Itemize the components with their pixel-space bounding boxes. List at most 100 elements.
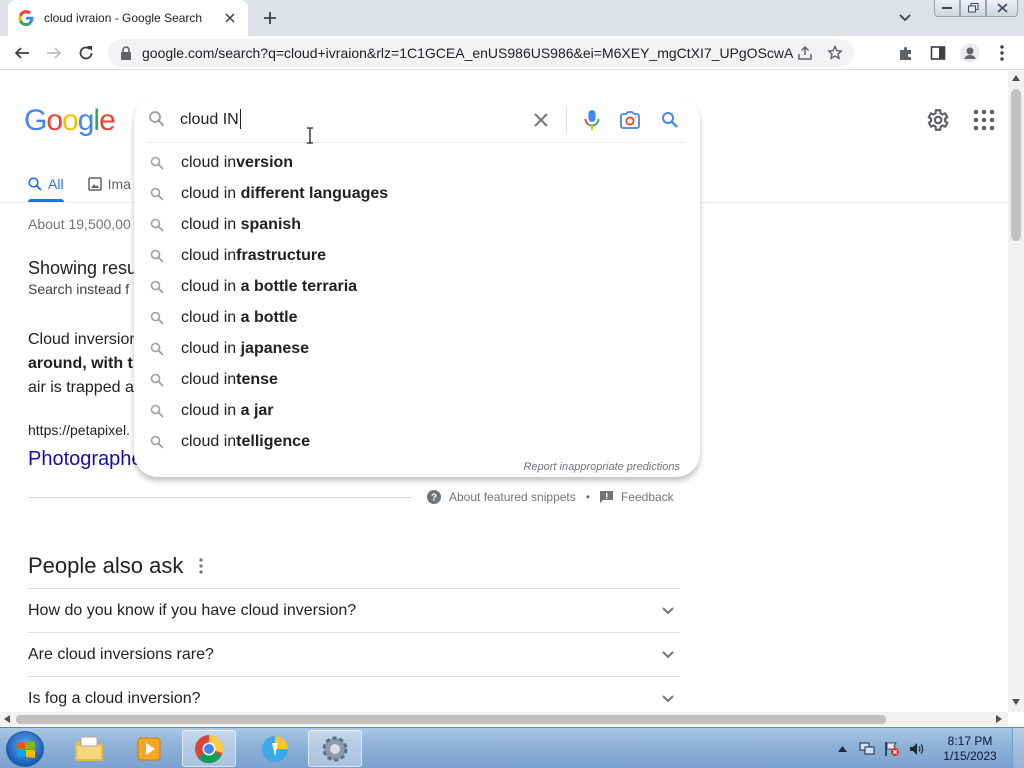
suggestion-item[interactable]: cloud in a jar [134,395,700,426]
suggestion-prefix: cloud in [181,277,241,295]
paa-question[interactable]: Are cloud inversions rare? [28,632,680,676]
search-icon [149,111,165,127]
show-desktop-button[interactable] [1012,728,1024,768]
search-icon [150,156,164,170]
logo-letter: g [77,104,95,137]
image-icon [87,177,102,191]
tab-close-icon[interactable] [222,10,238,26]
suggestion-completion: frastructure [236,246,326,264]
google-lens-camera-icon[interactable] [618,107,642,133]
report-predictions-link[interactable]: Report inappropriate predictions [523,461,680,473]
suggestion-item[interactable]: cloud in telligence [134,426,700,457]
back-arrow-icon[interactable] [10,41,34,65]
tab-strip: cloud ivraion - Google Search [0,0,1024,36]
search-instead-text: Search instead f [28,281,130,297]
clock-date: 1/15/2023 [943,748,997,763]
clock-time: 8:17 PM [947,733,993,748]
tab-images[interactable]: Ima [87,172,131,196]
logo-letter: o [62,104,79,137]
app-taskbar-icon[interactable] [248,730,302,767]
suggestion-item[interactable]: cloud in version [134,147,700,178]
minimize-button[interactable] [934,0,960,17]
horizontal-scrollbar[interactable] [0,712,1008,726]
horizontal-scroll-thumb[interactable] [16,715,886,724]
chevron-down-icon [658,601,678,621]
snippet-divider [28,497,412,498]
google-apps-grid-icon[interactable] [972,108,996,132]
about-featured-snippets-link[interactable]: About featured snippets [449,490,576,504]
featured-snippet-line: Cloud inversion [28,331,139,348]
suggestion-completion: tense [236,370,278,388]
vertical-scrollbar[interactable] [1008,71,1024,712]
suggestion-prefix: cloud in [181,339,241,357]
suggestion-prefix: cloud in [181,153,237,171]
svg-text:?: ? [431,493,437,504]
side-panel-icon[interactable] [926,41,950,65]
clear-search-icon[interactable] [530,109,552,131]
volume-speaker-icon[interactable] [909,741,925,757]
suggestion-completion: different languages [240,184,389,202]
suggestion-item[interactable]: cloud in a bottle [134,302,700,333]
featured-snippet-link[interactable]: Photographe [28,448,143,471]
suggestion-item[interactable]: cloud in a bottle terraria [134,271,700,302]
paa-question-text: Are cloud inversions rare? [28,645,214,663]
search-icon [150,218,164,232]
tab-all[interactable]: All [28,172,64,196]
new-tab-icon[interactable] [258,6,282,30]
forward-arrow-icon[interactable] [42,41,66,65]
address-bar[interactable]: google.com/search?q=cloud+ivraion&rlz=1C… [108,39,854,67]
paa-question[interactable]: Is fog a cloud inversion? [28,676,680,712]
file-explorer-taskbar-icon[interactable] [62,730,116,767]
more-options-icon[interactable] [194,557,208,575]
url-text: google.com/search?q=cloud+ivraion&rlz=1C… [142,45,794,61]
browser-tab[interactable]: cloud ivraion - Google Search [8,0,248,36]
scroll-down-arrow-icon[interactable] [1012,699,1020,705]
scroll-up-arrow-icon[interactable] [1012,75,1020,81]
suggestion-item[interactable]: cloud in tense [134,364,700,395]
chevron-down-icon [658,645,678,665]
scroll-left-arrow-icon[interactable] [4,715,10,723]
taskbar-clock[interactable]: 8:17 PM 1/15/2023 [934,734,1006,764]
suggestion-item[interactable]: cloud in frastructure [134,240,700,271]
logo-letter: e [99,104,116,137]
search-input[interactable] [180,107,520,133]
featured-snippet-line: around, with th [28,355,143,372]
suggestion-item[interactable]: cloud in spanish [134,209,700,240]
media-player-taskbar-icon[interactable] [122,730,176,767]
suggestion-prefix: cloud in [181,370,237,388]
google-favicon-icon [18,10,34,26]
vertical-scroll-thumb[interactable] [1011,89,1021,241]
settings-taskbar-icon[interactable] [308,730,362,767]
settings-gear-icon[interactable] [924,107,950,133]
search-icon [150,435,164,449]
feedback-link[interactable]: Feedback [621,490,674,504]
chrome-taskbar-icon[interactable] [182,730,236,767]
snippet-footer: ? About featured snippets • Feedback [427,490,674,504]
reload-icon[interactable] [74,41,98,65]
search-submit-icon[interactable] [658,107,682,133]
people-also-ask-heading: People also ask [28,553,184,578]
google-logo[interactable]: Google [24,104,116,138]
show-hidden-icons-icon[interactable] [834,741,850,757]
action-center-flag-icon[interactable] [884,741,900,757]
start-button[interactable] [6,731,44,767]
profile-avatar-icon[interactable] [958,41,982,65]
suggestion-completion: a bottle [240,308,298,326]
voice-search-mic-icon[interactable] [580,107,604,133]
browser-menu-icon[interactable] [990,41,1014,65]
bookmark-star-icon[interactable] [824,42,846,64]
suggestion-item[interactable]: cloud in different languages [134,178,700,209]
suggestion-completion: spanish [240,215,302,233]
browser-toolbar: google.com/search?q=cloud+ivraion&rlz=1C… [0,36,1024,70]
share-icon[interactable] [794,42,816,64]
window-controls [934,0,1018,18]
system-tray: 8:17 PM 1/15/2023 [834,728,1024,768]
scroll-right-arrow-icon[interactable] [996,715,1002,723]
network-icon[interactable] [859,741,875,757]
suggestion-item[interactable]: cloud in japanese [134,333,700,364]
close-window-button[interactable] [986,0,1018,17]
tab-search-chevron-icon[interactable] [894,8,916,28]
extensions-puzzle-icon[interactable] [894,41,918,65]
restore-button[interactable] [960,0,986,17]
paa-question[interactable]: How do you know if you have cloud invers… [28,588,680,632]
